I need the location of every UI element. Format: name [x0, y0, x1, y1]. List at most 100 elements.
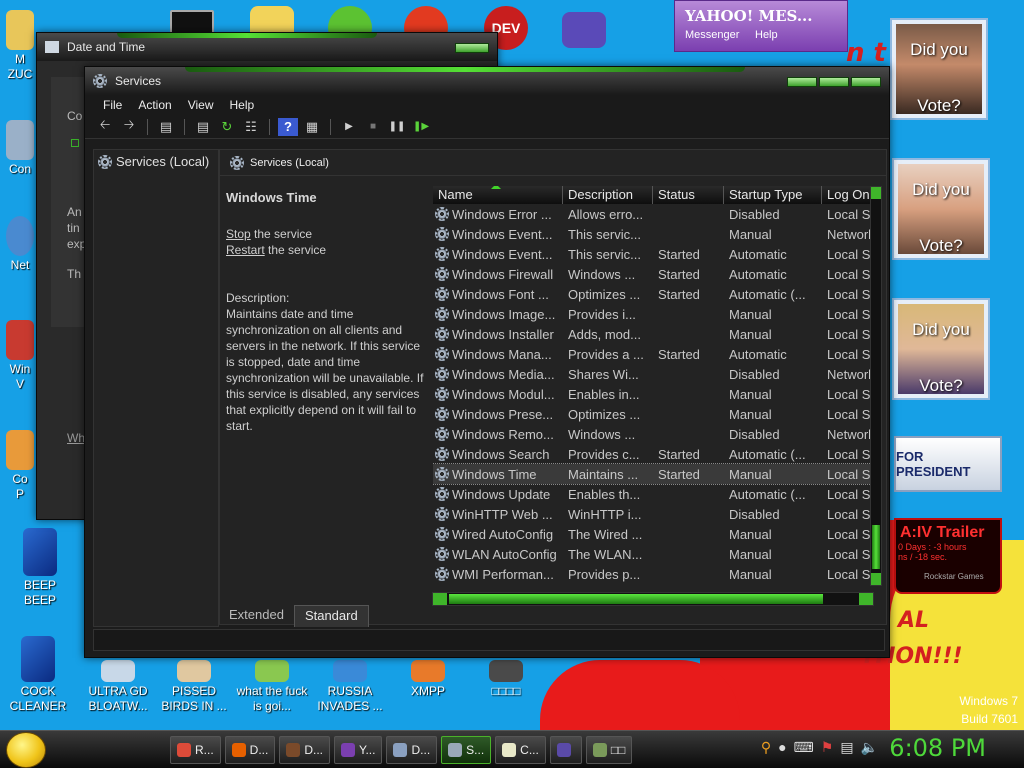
taskbar-button[interactable]: C... [495, 735, 546, 764]
fragment-link[interactable]: Wh [67, 431, 85, 445]
table-row[interactable]: Windows Mana... Provides a ... Started Auto… [433, 344, 875, 364]
tab-standard[interactable]: Standard [293, 605, 369, 627]
status-icon[interactable]: ● [778, 739, 786, 756]
menu-view[interactable]: View [180, 98, 222, 112]
taskbar-button[interactable]: S... [441, 735, 492, 764]
desktop-icon[interactable]: Con [0, 120, 40, 177]
taskbar-button[interactable]: D... [224, 735, 276, 764]
taskbar-button[interactable]: D... [279, 735, 331, 764]
table-row[interactable]: Windows Firewall Windows ... Started Automa… [433, 264, 875, 284]
menu-file[interactable]: File [95, 98, 130, 112]
vote-ad-obama[interactable]: Did you Vote? [890, 18, 988, 120]
back-arrow-icon[interactable]: 🡠 [95, 117, 115, 136]
desktop-icon-unknown[interactable]: □□□□ [468, 660, 544, 699]
taskbar-button[interactable] [549, 735, 582, 764]
window-controls[interactable] [787, 77, 881, 87]
pause-icon[interactable]: ❚❚ [387, 118, 407, 136]
scroll-thumb[interactable] [449, 594, 823, 604]
view-icon[interactable]: ▦ [302, 118, 322, 136]
desktop-icon[interactable]: Win V [0, 320, 40, 392]
table-row[interactable]: Windows Installer Adds, mod... Manual Local… [433, 324, 875, 344]
console-tree-icon[interactable]: ▤ [156, 118, 176, 136]
table-row[interactable]: Windows Update Enables th... Automatic (..… [433, 484, 875, 504]
table-row[interactable]: Windows Search Provides c... Started Automa… [433, 444, 875, 464]
table-row[interactable]: WLAN AutoConfig The WLAN... Manual Local S [433, 544, 875, 564]
network-icon[interactable]: ▤ [840, 739, 853, 756]
tab-extended[interactable]: Extended [219, 605, 294, 627]
taskbar-button[interactable]: D... [386, 735, 438, 764]
restart-icon[interactable]: ❚▶ [411, 118, 431, 136]
desktop-icon-xmpp[interactable]: XMPP [390, 660, 466, 699]
president-ad[interactable]: FOR PRESIDENT [894, 436, 1002, 492]
keyboard-icon[interactable]: ⌨ [794, 739, 814, 756]
table-row[interactable]: Wired AutoConfig The Wired ... Manual Local… [433, 524, 875, 544]
taskbar-button[interactable]: Y... [334, 735, 383, 764]
taskbar-clock[interactable]: 6:08 PM [889, 734, 986, 762]
column-header-startup-type[interactable]: Startup Type [724, 186, 822, 204]
table-row[interactable]: Windows Error ... Allows erro... Disabled L… [433, 204, 875, 224]
table-row[interactable]: Windows Time Maintains ... Started Manual Lo… [433, 463, 875, 485]
close-button[interactable] [851, 77, 881, 87]
vote-ad-clinton[interactable]: Did you Vote? [892, 298, 990, 400]
start-button[interactable] [6, 731, 46, 768]
stop-icon[interactable]: ■ [363, 118, 383, 136]
window-controls[interactable] [455, 43, 489, 53]
desktop-icon[interactable]: Co P [0, 430, 40, 502]
tree-item-services-local[interactable]: Services (Local) [94, 152, 218, 171]
properties-icon[interactable]: ▤ [193, 118, 213, 136]
play-icon[interactable]: ▶ [339, 118, 359, 136]
table-row[interactable]: Windows Event... This servic... Manual Netw… [433, 224, 875, 244]
yahoo-menu-messenger[interactable]: Messenger [685, 29, 739, 41]
scroll-right-icon[interactable] [859, 593, 873, 605]
scroll-up-icon[interactable] [871, 187, 881, 199]
table-row[interactable]: Windows Event... This servic... Started Aut… [433, 244, 875, 264]
scroll-down-icon[interactable] [871, 573, 881, 585]
desktop-icon-birds[interactable]: PISSED BIRDS IN ... [156, 660, 232, 714]
desktop-icon-russia[interactable]: RUSSIA INVADES ... [312, 660, 388, 714]
horizontal-scrollbar[interactable] [432, 592, 874, 606]
maximize-button[interactable] [455, 43, 489, 53]
table-row[interactable]: Windows Image... Provides i... Manual Local… [433, 304, 875, 324]
scroll-left-icon[interactable] [433, 593, 447, 605]
volume-icon[interactable]: 🔈 [861, 739, 878, 756]
vertical-scrollbar[interactable] [870, 186, 882, 586]
column-header-status[interactable]: Status [653, 186, 724, 204]
window-titlebar[interactable]: Services [85, 67, 889, 95]
desktop-icon-beep[interactable]: BEEP BEEP [2, 528, 78, 608]
table-row[interactable]: Windows Prese... Optimizes ... Manual Local… [433, 404, 875, 424]
desktop-icon-cleaner[interactable]: COCK CLEANER [0, 636, 76, 714]
desktop-icon[interactable]: M ZUC [0, 10, 40, 82]
table-row[interactable]: Windows Font ... Optimizes ... Started Auto… [433, 284, 875, 304]
menu-help[interactable]: Help [222, 98, 263, 112]
desktop-icon[interactable]: Net [0, 216, 40, 273]
column-header-log-on[interactable]: Log On [822, 186, 875, 204]
taskbar-button[interactable]: R... [170, 735, 221, 764]
taskbar-button[interactable]: □□ [585, 735, 633, 764]
gta-trailer-widget[interactable]: A:IV Trailer 0 Days : -3 hours ns / -18 … [894, 518, 1002, 594]
table-row[interactable]: WMI Performan... Provides p... Manual Local… [433, 564, 875, 584]
desktop-icon-bloatware[interactable]: ULTRA GD BLOATW... [80, 660, 156, 714]
desktop-icon-what[interactable]: what the fuck is goi... [234, 660, 310, 714]
table-row[interactable]: WinHTTP Web ... WinHTTP i... Disabled Local… [433, 504, 875, 524]
yahoo-messenger-window[interactable]: YAHOO! MES... Messenger Help [674, 0, 848, 52]
column-header-name[interactable]: Name [433, 186, 563, 204]
export-list-icon[interactable]: ☷ [241, 118, 261, 136]
table-row[interactable]: Windows Remo... Windows ... Disabled Networ… [433, 424, 875, 444]
window-titlebar[interactable]: Date and Time [37, 33, 497, 61]
column-header-description[interactable]: Description [563, 186, 653, 204]
services-window[interactable]: Services File Action View Help 🡠 🡢 ▤ ▤ ↻… [84, 66, 890, 658]
maximize-button[interactable] [819, 77, 849, 87]
yahoo-menu-help[interactable]: Help [755, 29, 778, 41]
scroll-thumb[interactable] [872, 525, 880, 569]
gameboy-icon[interactable] [562, 12, 606, 48]
menu-action[interactable]: Action [130, 98, 179, 112]
action-center-icon[interactable]: ⚑ [821, 739, 834, 756]
refresh-icon[interactable]: ↻ [217, 118, 237, 136]
help-icon[interactable]: ? [278, 117, 298, 136]
search-icon[interactable]: ⚲ [761, 739, 771, 756]
stop-service-link[interactable]: Stop [226, 227, 251, 241]
restart-service-link[interactable]: Restart [226, 243, 265, 257]
vote-ad-mccain[interactable]: Did you Vote? [892, 158, 990, 260]
table-row[interactable]: Windows Media... Shares Wi... Disabled Netw… [433, 364, 875, 384]
forward-arrow-icon[interactable]: 🡢 [119, 117, 139, 136]
